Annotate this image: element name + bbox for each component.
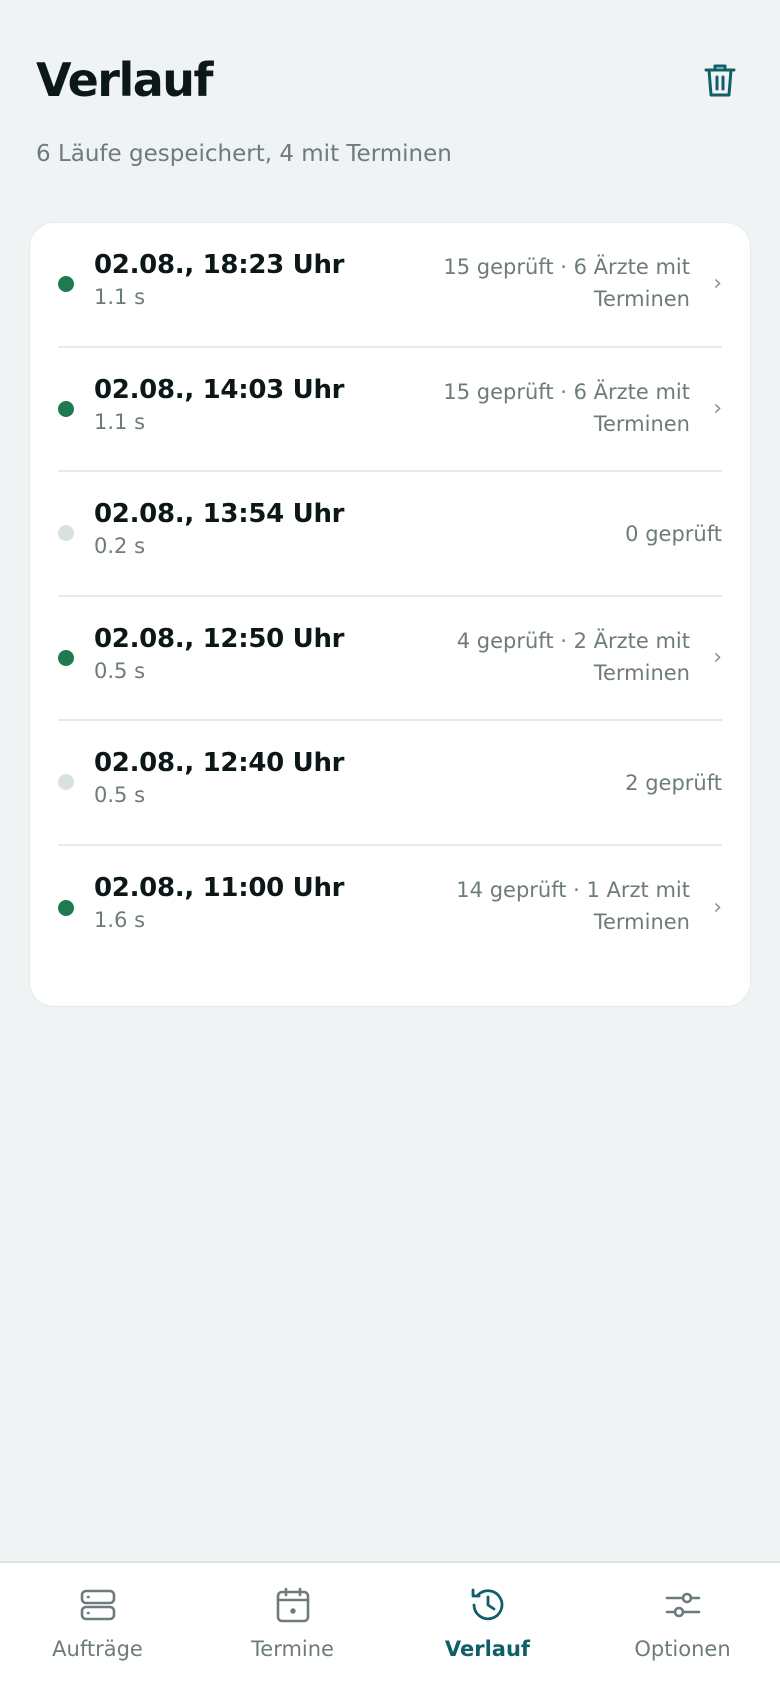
run-time: 02.08., 13:54 Uhr [94, 499, 345, 529]
page-title: Verlauf [36, 53, 214, 107]
status-dot [58, 774, 74, 791]
nav-item-auftraege[interactable]: Aufträge [0, 1563, 195, 1688]
run-list-item: 02.08., 12:40 Uhr 0.5 s 2 geprüft [58, 721, 722, 846]
run-list-item[interactable]: 02.08., 12:50 Uhr 0.5 s 4 geprüft · 2 Är… [58, 597, 722, 721]
nav-label: Optionen [634, 1637, 731, 1661]
run-time: 02.08., 12:50 Uhr [94, 623, 345, 654]
nav-item-verlauf[interactable]: Verlauf [390, 1563, 585, 1688]
chevron-right-icon: › [713, 395, 722, 421]
delete-history-button[interactable] [696, 56, 744, 104]
run-time: 02.08., 11:00 Uhr [94, 872, 345, 903]
run-history-list: 02.08., 18:23 Uhr 1.1 s 15 geprüft · 6 Ä… [30, 223, 750, 1006]
bottom-navigation: Aufträge Termine Verlauf Optionen [0, 1561, 780, 1688]
nav-item-optionen[interactable]: Optionen [585, 1563, 780, 1688]
server-icon [78, 1585, 118, 1625]
run-duration: 0.2 s [94, 534, 146, 558]
run-summary: 14 geprüft · 1 Arzt mit Terminen [456, 877, 690, 934]
nav-label: Aufträge [52, 1637, 143, 1661]
run-time: 02.08., 12:40 Uhr [94, 748, 345, 778]
run-duration: 0.5 s [94, 783, 146, 807]
run-duration: 1.1 s [94, 285, 146, 309]
history-icon [468, 1585, 508, 1625]
run-duration: 0.5 s [94, 658, 146, 683]
status-dot [58, 525, 74, 542]
nav-label: Termine [251, 1637, 334, 1661]
nav-label: Verlauf [444, 1637, 531, 1661]
run-summary: 15 geprüft · 6 Ärzte mit Terminen [443, 255, 690, 311]
status-dot [58, 649, 74, 666]
trash-icon [704, 64, 736, 97]
status-dot [58, 276, 74, 293]
run-summary: 2 geprüft [625, 771, 722, 795]
page-subtitle: 6 Läufe gespeichert, 4 mit Terminen [36, 141, 452, 167]
status-dot [58, 899, 74, 916]
run-summary: 4 geprüft · 2 Ärzte mit Terminen [456, 628, 690, 685]
run-list-item[interactable]: 02.08., 11:00 Uhr 1.6 s 14 geprüft · 1 A… [58, 846, 722, 971]
calendar-icon [273, 1585, 313, 1625]
run-list-item[interactable]: 02.08., 18:23 Uhr 1.1 s 15 geprüft · 6 Ä… [58, 223, 722, 348]
run-duration: 1.1 s [94, 409, 146, 434]
chevron-right-icon: › [713, 271, 722, 297]
run-summary: 0 geprüft [625, 522, 722, 546]
header: Verlauf [36, 52, 744, 112]
chevron-right-icon: › [713, 644, 722, 670]
status-dot [58, 400, 74, 417]
run-time: 02.08., 18:23 Uhr [94, 250, 345, 280]
sliders-icon [663, 1585, 703, 1625]
run-summary: 15 geprüft · 6 Ärzte mit Terminen [443, 379, 690, 436]
run-duration: 1.6 s [94, 907, 146, 932]
run-list-item: 02.08., 13:54 Uhr 0.2 s 0 geprüft [58, 472, 722, 597]
chevron-right-icon: › [713, 894, 722, 920]
run-time: 02.08., 14:03 Uhr [94, 374, 345, 405]
run-list-item[interactable]: 02.08., 14:03 Uhr 1.1 s 15 geprüft · 6 Ä… [58, 348, 722, 472]
nav-item-termine[interactable]: Termine [195, 1563, 390, 1688]
